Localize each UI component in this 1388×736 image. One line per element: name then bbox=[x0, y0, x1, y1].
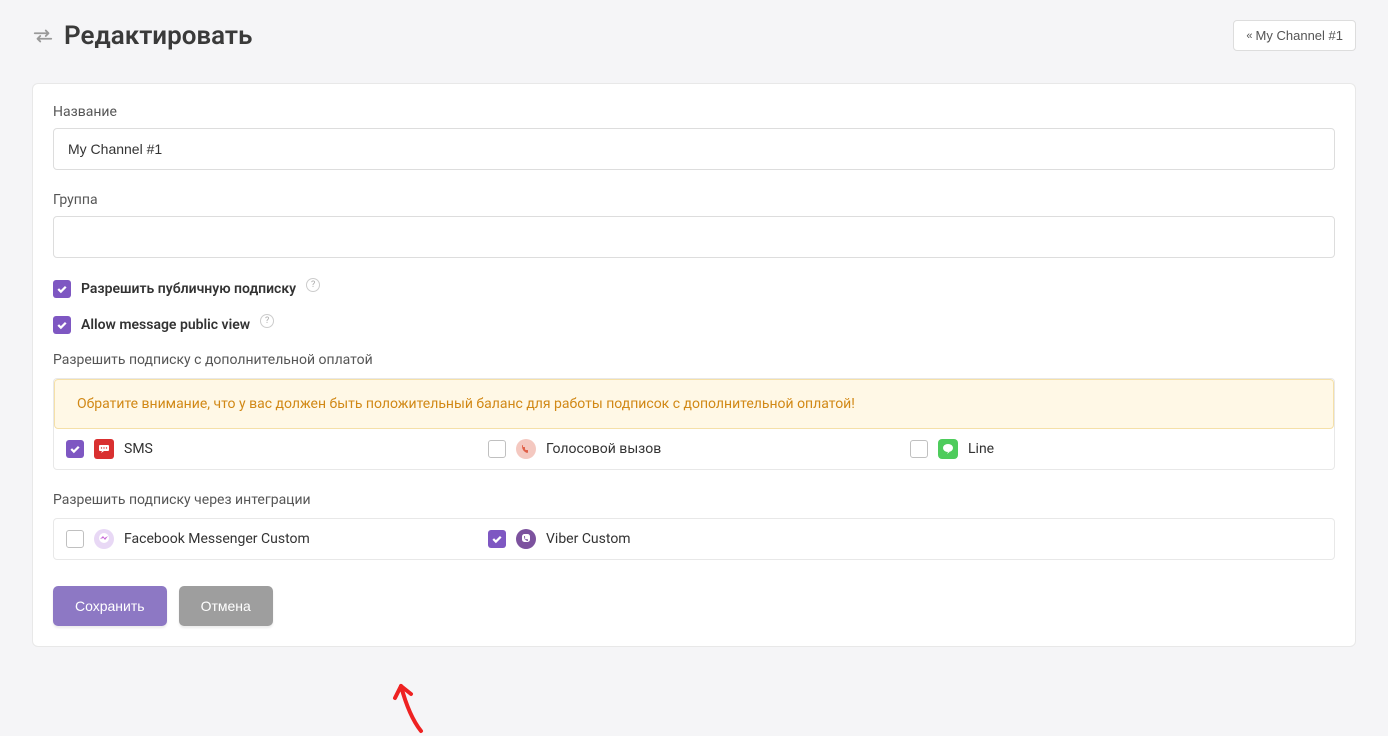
option-viber: Viber Custom bbox=[488, 529, 900, 549]
extra-fee-options: SMS Голосовой вызов Line bbox=[54, 429, 1334, 469]
voice-icon bbox=[516, 439, 536, 459]
help-icon[interactable]: ? bbox=[260, 314, 274, 328]
voice-checkbox[interactable] bbox=[488, 440, 506, 458]
save-button[interactable]: Сохранить bbox=[53, 586, 167, 626]
form-card: Название Группа Разрешить публичную подп… bbox=[32, 83, 1356, 647]
sms-icon bbox=[94, 439, 114, 459]
viber-checkbox[interactable] bbox=[488, 530, 506, 548]
form-actions: Сохранить Отмена bbox=[53, 586, 1335, 626]
line-label: Line bbox=[968, 441, 994, 457]
cancel-button[interactable]: Отмена bbox=[179, 586, 273, 626]
facebook-icon bbox=[94, 529, 114, 549]
extra-fee-container: Обратите внимание, что у вас должен быть… bbox=[53, 378, 1335, 470]
help-icon[interactable]: ? bbox=[306, 278, 320, 292]
page-header: Редактировать « My Channel #1 bbox=[0, 0, 1388, 63]
swap-icon bbox=[32, 25, 54, 47]
name-input[interactable] bbox=[53, 128, 1335, 170]
fb-label: Facebook Messenger Custom bbox=[124, 531, 310, 547]
annotation-arrow-icon bbox=[391, 676, 431, 736]
integrations-label: Разрешить подписку через интеграции bbox=[53, 492, 1335, 508]
sms-label: SMS bbox=[124, 441, 153, 457]
extra-fee-label: Разрешить подписку с дополнительной опла… bbox=[53, 352, 1335, 368]
fb-checkbox[interactable] bbox=[66, 530, 84, 548]
viber-icon bbox=[516, 529, 536, 549]
page-title: Редактировать bbox=[64, 21, 252, 51]
integrations-grid: Facebook Messenger Custom Viber Custom bbox=[54, 519, 1334, 559]
option-line: Line bbox=[910, 439, 1322, 459]
option-sms: SMS bbox=[66, 439, 478, 459]
sms-checkbox[interactable] bbox=[66, 440, 84, 458]
option-fb: Facebook Messenger Custom bbox=[66, 529, 478, 549]
public-subscribe-label: Разрешить публичную подписку bbox=[81, 281, 296, 297]
option-voice: Голосовой вызов bbox=[488, 439, 900, 459]
name-label: Название bbox=[53, 104, 1335, 120]
group-group: Группа bbox=[53, 192, 1335, 258]
name-group: Название bbox=[53, 104, 1335, 170]
public-view-checkbox[interactable] bbox=[53, 316, 71, 334]
line-checkbox[interactable] bbox=[910, 440, 928, 458]
public-subscribe-checkbox[interactable] bbox=[53, 280, 71, 298]
line-icon bbox=[938, 439, 958, 459]
chevron-left-icon: « bbox=[1246, 30, 1249, 42]
warning-banner: Обратите внимание, что у вас должен быть… bbox=[54, 379, 1334, 429]
public-view-label: Allow message public view bbox=[81, 317, 250, 333]
page-title-wrap: Редактировать bbox=[32, 21, 252, 51]
group-input[interactable] bbox=[53, 216, 1335, 258]
viber-label: Viber Custom bbox=[546, 531, 631, 547]
back-button[interactable]: « My Channel #1 bbox=[1233, 20, 1356, 51]
voice-label: Голосовой вызов bbox=[546, 441, 661, 457]
public-view-row: Allow message public view ? bbox=[53, 316, 1335, 334]
integrations-container: Facebook Messenger Custom Viber Custom bbox=[53, 518, 1335, 560]
back-button-label: My Channel #1 bbox=[1256, 28, 1343, 43]
public-subscribe-row: Разрешить публичную подписку ? bbox=[53, 280, 1335, 298]
group-label: Группа bbox=[53, 192, 1335, 208]
